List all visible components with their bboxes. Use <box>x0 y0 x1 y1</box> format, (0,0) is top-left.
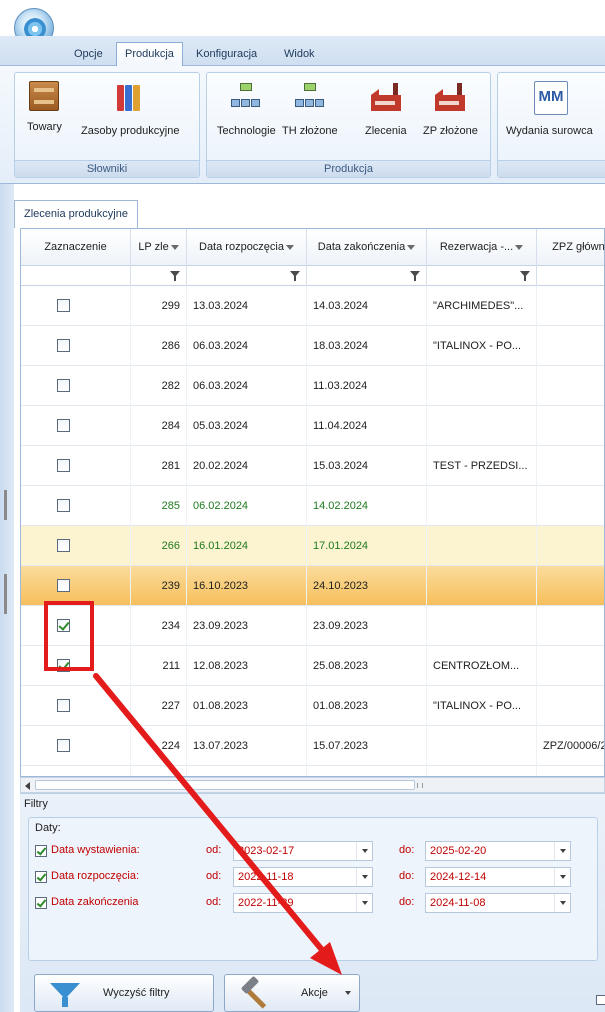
arrow-shaft <box>93 673 335 965</box>
arrow-head <box>310 942 342 975</box>
annotation-arrow <box>93 673 342 975</box>
